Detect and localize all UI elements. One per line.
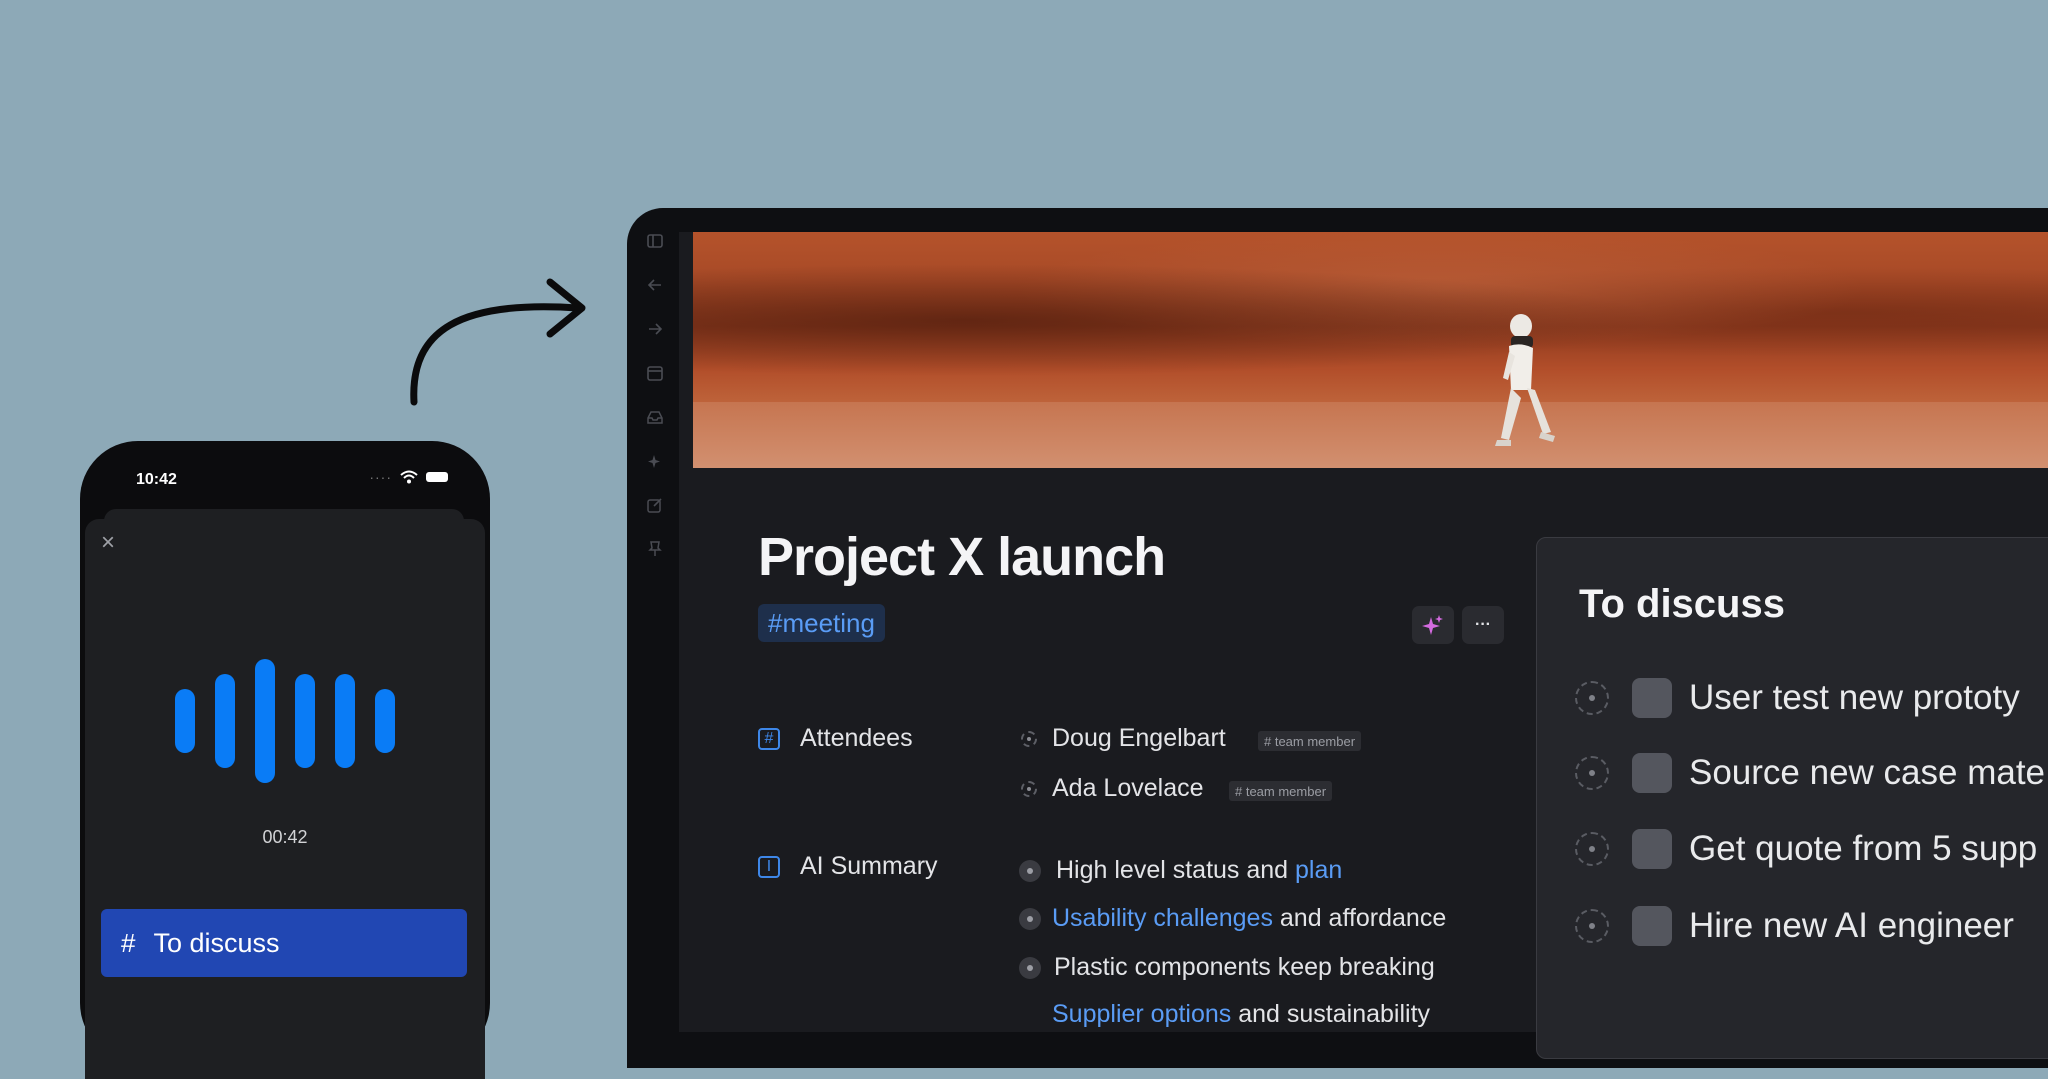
task-checkbox[interactable] xyxy=(1632,678,1672,718)
calendar-icon[interactable] xyxy=(638,362,672,384)
attendees-label: Attendees xyxy=(800,724,913,752)
task-row: User test new prototy xyxy=(1537,676,2048,720)
attendee-bullet xyxy=(1021,781,1037,797)
summary-text: and affordance xyxy=(1272,904,1447,932)
forward-arrow-icon[interactable] xyxy=(638,318,672,340)
waveform-bar xyxy=(375,689,395,753)
more-options-button[interactable]: ··· xyxy=(1462,606,1504,644)
to-discuss-button-label: To discuss xyxy=(153,927,280,958)
cover-image xyxy=(693,232,2048,468)
summary-text: and sustainability xyxy=(1231,1000,1431,1028)
edit-icon[interactable] xyxy=(638,494,672,516)
task-checkbox[interactable] xyxy=(1632,753,1672,793)
signal-icon: ···· xyxy=(369,469,392,485)
curved-arrow-icon xyxy=(410,278,586,406)
hash-icon: # xyxy=(121,927,136,958)
astronaut-figure xyxy=(1495,314,1555,446)
cover-rock-texture xyxy=(693,232,2048,392)
task-row: Get quote from 5 supp xyxy=(1537,827,2048,871)
task-text[interactable]: Hire new AI engineer xyxy=(1689,906,2014,946)
audio-waveform xyxy=(175,657,395,785)
task-row: Hire new AI engineer xyxy=(1537,904,2048,948)
waveform-bar xyxy=(255,659,275,783)
summary-link[interactable]: Usability challenges xyxy=(1052,904,1273,932)
summary-item: Usability challenges and affordance xyxy=(1052,904,1446,933)
summary-item: High level status and plan xyxy=(1056,856,1342,885)
task-status-icon[interactable] xyxy=(1575,681,1609,715)
attendee-name[interactable]: Doug Engelbart xyxy=(1052,724,1226,753)
task-status-icon[interactable] xyxy=(1575,832,1609,866)
waveform-bar xyxy=(295,674,315,768)
summary-item: Plastic components keep breaking xyxy=(1054,953,1435,981)
waveform-bar xyxy=(335,674,355,768)
to-discuss-button[interactable]: # To discuss xyxy=(101,909,467,977)
waveform-bar xyxy=(215,674,235,768)
summary-bullet xyxy=(1019,860,1041,882)
sparkle-icon xyxy=(1422,615,1443,635)
task-checkbox[interactable] xyxy=(1632,829,1672,869)
pin-icon[interactable] xyxy=(638,538,672,560)
task-status-icon[interactable] xyxy=(1575,909,1609,943)
meeting-tag[interactable]: #meeting xyxy=(758,604,885,642)
battery-icon xyxy=(426,472,448,482)
summary-bullet xyxy=(1019,957,1041,979)
task-text[interactable]: User test new prototy xyxy=(1689,678,2020,718)
ai-sparkle-button[interactable] xyxy=(1412,606,1454,644)
summary-text: High level status and xyxy=(1056,856,1296,884)
summary-bullet xyxy=(1019,908,1041,930)
summary-link[interactable]: plan xyxy=(1295,856,1342,884)
attendee-bullet xyxy=(1021,731,1037,747)
more-icon: ··· xyxy=(1475,616,1491,633)
voice-recording-sheet: × 00:42 # To discuss xyxy=(85,519,485,1079)
wifi-icon xyxy=(400,470,418,484)
attendee-name[interactable]: Ada Lovelace xyxy=(1052,774,1204,803)
inbox-icon[interactable] xyxy=(638,406,672,428)
task-status-icon[interactable] xyxy=(1575,756,1609,790)
recording-timer: 00:42 xyxy=(262,827,308,847)
task-text[interactable]: Source new case mate xyxy=(1689,753,2045,793)
team-member-tag[interactable]: # team member xyxy=(1258,731,1362,751)
task-checkbox[interactable] xyxy=(1632,906,1672,946)
text-field-icon: I xyxy=(758,856,780,878)
task-row: Source new case mate xyxy=(1537,751,2048,795)
panel-title: To discuss xyxy=(1579,582,1785,626)
summary-item: Supplier options and sustainability xyxy=(1052,1000,1430,1029)
cover-ground xyxy=(693,402,2048,468)
team-member-tag[interactable]: # team member xyxy=(1229,781,1333,801)
phone-status-time: 10:42 xyxy=(136,471,177,488)
sparkle-icon[interactable] xyxy=(638,450,672,472)
task-text[interactable]: Get quote from 5 supp xyxy=(1689,829,2037,869)
waveform-bar xyxy=(175,689,195,753)
phone-device: 10:42 ···· × 00:42 # To discuss xyxy=(80,441,490,1079)
phone-status-icons: ···· xyxy=(369,469,448,485)
tag-field-icon: # xyxy=(758,728,780,750)
sidebar-toggle-icon[interactable] xyxy=(638,230,672,252)
summary-link[interactable]: Supplier options xyxy=(1052,1000,1231,1028)
ai-summary-label: AI Summary xyxy=(800,852,938,880)
page-title: Project X launch xyxy=(758,527,1166,587)
close-icon[interactable]: × xyxy=(101,529,115,557)
back-arrow-icon[interactable] xyxy=(638,274,672,296)
to-discuss-panel: To discuss User test new prototy Source … xyxy=(1536,537,2048,1059)
